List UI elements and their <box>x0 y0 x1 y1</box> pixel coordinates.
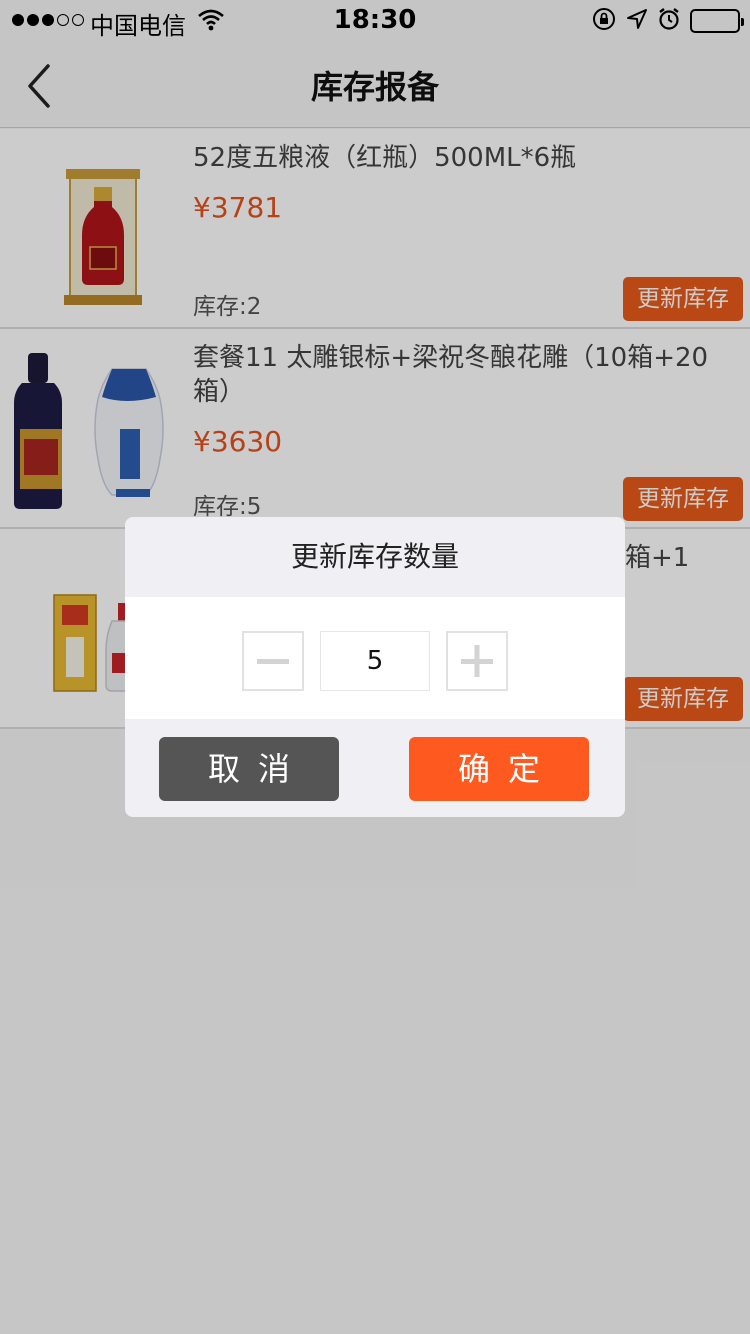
update-stock-dialog: 更新库存数量 取消 确定 <box>125 517 625 817</box>
quantity-stepper <box>125 597 625 719</box>
plus-icon <box>461 645 493 677</box>
dialog-title: 更新库存数量 <box>290 540 459 573</box>
confirm-button[interactable]: 确定 <box>409 737 589 801</box>
quantity-input[interactable] <box>320 631 430 691</box>
minus-icon <box>257 659 289 664</box>
decrement-button[interactable] <box>242 631 304 691</box>
increment-button[interactable] <box>446 631 508 691</box>
cancel-button[interactable]: 取消 <box>159 737 339 801</box>
